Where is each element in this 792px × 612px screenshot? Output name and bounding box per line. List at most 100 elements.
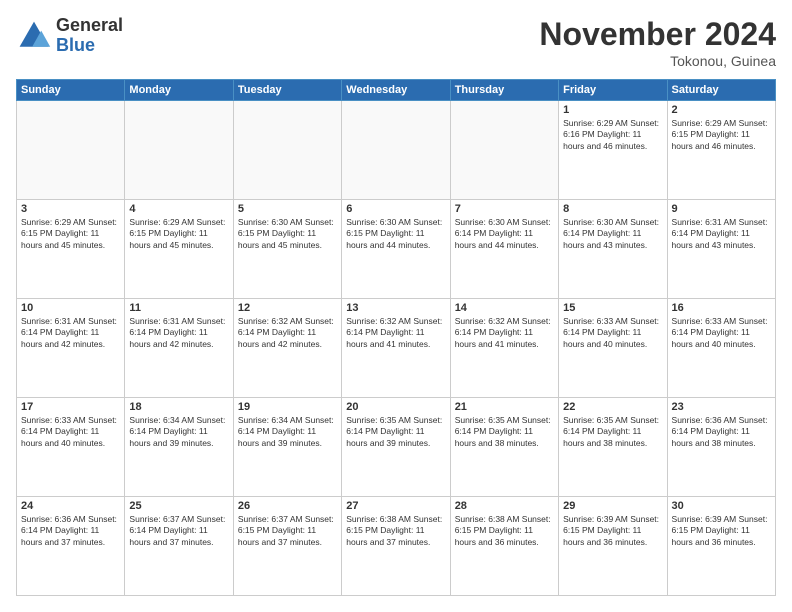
calendar-cell-1-1: 4 Sunrise: 6:29 AM Sunset: 6:15 PM Daylig… bbox=[125, 200, 233, 299]
calendar-cell-3-1: 18Sunrise: 6:34 AM Sunset: 6:14 PM Dayli… bbox=[125, 398, 233, 497]
day-info: Sunrise: 6:37 AM Sunset: 6:14 PM Dayligh… bbox=[129, 514, 228, 548]
day-number: 21 bbox=[455, 401, 554, 413]
day-info: Sunrise: 6:34 AM Sunset: 6:14 PM Dayligh… bbox=[129, 415, 228, 449]
calendar-cell-0-3 bbox=[342, 101, 450, 200]
calendar-cell-0-1 bbox=[125, 101, 233, 200]
calendar-cell-4-3: 27 Sunrise: 6:38 AM Sunset: 6:15 PM Dayli… bbox=[342, 497, 450, 596]
week-row-4: 17 Sunrise: 6:33 AM Sunset: 6:14 PM Dayli… bbox=[17, 398, 776, 497]
calendar-cell-4-5: 29 Sunrise: 6:39 AM Sunset: 6:15 PM Dayli… bbox=[559, 497, 667, 596]
logo-blue: Blue bbox=[56, 36, 123, 56]
calendar-cell-4-1: 25 Sunrise: 6:37 AM Sunset: 6:14 PM Dayli… bbox=[125, 497, 233, 596]
calendar-cell-3-0: 17 Sunrise: 6:33 AM Sunset: 6:14 PM Dayli… bbox=[17, 398, 125, 497]
calendar-header-row: Sunday Monday Tuesday Wednesday Thursday… bbox=[17, 80, 776, 101]
week-row-1: 1 Sunrise: 6:29 AM Sunset: 6:16 PM Daylig… bbox=[17, 101, 776, 200]
calendar-cell-1-3: 6 Sunrise: 6:30 AM Sunset: 6:15 PM Daylig… bbox=[342, 200, 450, 299]
day-info: Sunrise: 6:33 AM Sunset: 6:14 PM Dayligh… bbox=[563, 316, 662, 350]
week-row-5: 24 Sunrise: 6:36 AM Sunset: 6:14 PM Dayli… bbox=[17, 497, 776, 596]
calendar-cell-2-2: 12Sunrise: 6:32 AM Sunset: 6:14 PM Dayli… bbox=[233, 299, 341, 398]
day-info: Sunrise: 6:31 AM Sunset: 6:14 PM Dayligh… bbox=[129, 316, 228, 350]
col-thursday: Thursday bbox=[450, 80, 558, 101]
day-info: Sunrise: 6:33 AM Sunset: 6:14 PM Dayligh… bbox=[21, 415, 120, 449]
calendar-cell-3-4: 21 Sunrise: 6:35 AM Sunset: 6:14 PM Dayli… bbox=[450, 398, 558, 497]
day-info: Sunrise: 6:35 AM Sunset: 6:14 PM Dayligh… bbox=[346, 415, 445, 449]
day-info: Sunrise: 6:29 AM Sunset: 6:16 PM Dayligh… bbox=[563, 118, 662, 152]
calendar-cell-2-4: 14 Sunrise: 6:32 AM Sunset: 6:14 PM Dayli… bbox=[450, 299, 558, 398]
day-number: 25 bbox=[129, 500, 228, 512]
col-sunday: Sunday bbox=[17, 80, 125, 101]
day-number: 15 bbox=[563, 302, 662, 314]
calendar-cell-2-5: 15 Sunrise: 6:33 AM Sunset: 6:14 PM Dayli… bbox=[559, 299, 667, 398]
week-row-2: 3 Sunrise: 6:29 AM Sunset: 6:15 PM Daylig… bbox=[17, 200, 776, 299]
calendar-cell-4-4: 28Sunrise: 6:38 AM Sunset: 6:15 PM Dayli… bbox=[450, 497, 558, 596]
col-friday: Friday bbox=[559, 80, 667, 101]
day-info: Sunrise: 6:30 AM Sunset: 6:14 PM Dayligh… bbox=[455, 217, 554, 251]
col-monday: Monday bbox=[125, 80, 233, 101]
day-info: Sunrise: 6:38 AM Sunset: 6:15 PM Dayligh… bbox=[346, 514, 445, 548]
day-number: 6 bbox=[346, 203, 445, 215]
day-info: Sunrise: 6:38 AM Sunset: 6:15 PM Dayligh… bbox=[455, 514, 554, 548]
day-number: 7 bbox=[455, 203, 554, 215]
day-info: Sunrise: 6:30 AM Sunset: 6:15 PM Dayligh… bbox=[238, 217, 337, 251]
day-number: 24 bbox=[21, 500, 120, 512]
calendar-table: Sunday Monday Tuesday Wednesday Thursday… bbox=[16, 79, 776, 596]
calendar-cell-4-2: 26 Sunrise: 6:37 AM Sunset: 6:15 PM Dayli… bbox=[233, 497, 341, 596]
day-number: 9 bbox=[672, 203, 771, 215]
day-info: Sunrise: 6:36 AM Sunset: 6:14 PM Dayligh… bbox=[21, 514, 120, 548]
day-info: Sunrise: 6:36 AM Sunset: 6:14 PM Dayligh… bbox=[672, 415, 771, 449]
logo-icon bbox=[16, 18, 52, 54]
day-number: 22 bbox=[563, 401, 662, 413]
calendar-cell-4-6: 30 Sunrise: 6:39 AM Sunset: 6:15 PM Dayli… bbox=[667, 497, 775, 596]
calendar-cell-1-5: 8Sunrise: 6:30 AM Sunset: 6:14 PM Daylig… bbox=[559, 200, 667, 299]
calendar-cell-1-4: 7 Sunrise: 6:30 AM Sunset: 6:14 PM Daylig… bbox=[450, 200, 558, 299]
day-info: Sunrise: 6:31 AM Sunset: 6:14 PM Dayligh… bbox=[21, 316, 120, 350]
calendar-cell-3-5: 22Sunrise: 6:35 AM Sunset: 6:14 PM Dayli… bbox=[559, 398, 667, 497]
calendar-cell-0-5: 1 Sunrise: 6:29 AM Sunset: 6:16 PM Daylig… bbox=[559, 101, 667, 200]
page: General Blue November 2024 Tokonou, Guin… bbox=[0, 0, 792, 612]
calendar-cell-3-6: 23 Sunrise: 6:36 AM Sunset: 6:14 PM Dayli… bbox=[667, 398, 775, 497]
day-number: 30 bbox=[672, 500, 771, 512]
calendar-cell-2-1: 11 Sunrise: 6:31 AM Sunset: 6:14 PM Dayli… bbox=[125, 299, 233, 398]
col-wednesday: Wednesday bbox=[342, 80, 450, 101]
calendar-cell-0-6: 2 Sunrise: 6:29 AM Sunset: 6:15 PM Daylig… bbox=[667, 101, 775, 200]
calendar-cell-0-2 bbox=[233, 101, 341, 200]
title-block: November 2024 Tokonou, Guinea bbox=[539, 16, 776, 69]
day-info: Sunrise: 6:37 AM Sunset: 6:15 PM Dayligh… bbox=[238, 514, 337, 548]
day-number: 29 bbox=[563, 500, 662, 512]
day-info: Sunrise: 6:35 AM Sunset: 6:14 PM Dayligh… bbox=[455, 415, 554, 449]
day-number: 23 bbox=[672, 401, 771, 413]
day-info: Sunrise: 6:29 AM Sunset: 6:15 PM Dayligh… bbox=[21, 217, 120, 251]
day-number: 27 bbox=[346, 500, 445, 512]
day-number: 17 bbox=[21, 401, 120, 413]
day-info: Sunrise: 6:34 AM Sunset: 6:14 PM Dayligh… bbox=[238, 415, 337, 449]
day-number: 11 bbox=[129, 302, 228, 314]
calendar-cell-1-2: 5Sunrise: 6:30 AM Sunset: 6:15 PM Daylig… bbox=[233, 200, 341, 299]
calendar-cell-4-0: 24 Sunrise: 6:36 AM Sunset: 6:14 PM Dayli… bbox=[17, 497, 125, 596]
calendar-cell-1-6: 9Sunrise: 6:31 AM Sunset: 6:14 PM Daylig… bbox=[667, 200, 775, 299]
day-number: 3 bbox=[21, 203, 120, 215]
day-number: 4 bbox=[129, 203, 228, 215]
logo: General Blue bbox=[16, 16, 123, 56]
day-number: 12 bbox=[238, 302, 337, 314]
day-number: 10 bbox=[21, 302, 120, 314]
day-info: Sunrise: 6:29 AM Sunset: 6:15 PM Dayligh… bbox=[672, 118, 771, 152]
day-number: 13 bbox=[346, 302, 445, 314]
logo-text: General Blue bbox=[56, 16, 123, 56]
day-info: Sunrise: 6:32 AM Sunset: 6:14 PM Dayligh… bbox=[346, 316, 445, 350]
day-info: Sunrise: 6:29 AM Sunset: 6:15 PM Dayligh… bbox=[129, 217, 228, 251]
day-number: 20 bbox=[346, 401, 445, 413]
calendar-cell-2-6: 16Sunrise: 6:33 AM Sunset: 6:14 PM Dayli… bbox=[667, 299, 775, 398]
day-number: 2 bbox=[672, 104, 771, 116]
day-number: 1 bbox=[563, 104, 662, 116]
calendar-cell-2-0: 10 Sunrise: 6:31 AM Sunset: 6:14 PM Dayli… bbox=[17, 299, 125, 398]
day-number: 14 bbox=[455, 302, 554, 314]
day-info: Sunrise: 6:39 AM Sunset: 6:15 PM Dayligh… bbox=[672, 514, 771, 548]
calendar-cell-0-4 bbox=[450, 101, 558, 200]
day-number: 26 bbox=[238, 500, 337, 512]
day-info: Sunrise: 6:32 AM Sunset: 6:14 PM Dayligh… bbox=[455, 316, 554, 350]
day-info: Sunrise: 6:30 AM Sunset: 6:14 PM Dayligh… bbox=[563, 217, 662, 251]
day-info: Sunrise: 6:30 AM Sunset: 6:15 PM Dayligh… bbox=[346, 217, 445, 251]
day-info: Sunrise: 6:39 AM Sunset: 6:15 PM Dayligh… bbox=[563, 514, 662, 548]
logo-general: General bbox=[56, 16, 123, 36]
calendar-cell-1-0: 3 Sunrise: 6:29 AM Sunset: 6:15 PM Daylig… bbox=[17, 200, 125, 299]
day-info: Sunrise: 6:33 AM Sunset: 6:14 PM Dayligh… bbox=[672, 316, 771, 350]
